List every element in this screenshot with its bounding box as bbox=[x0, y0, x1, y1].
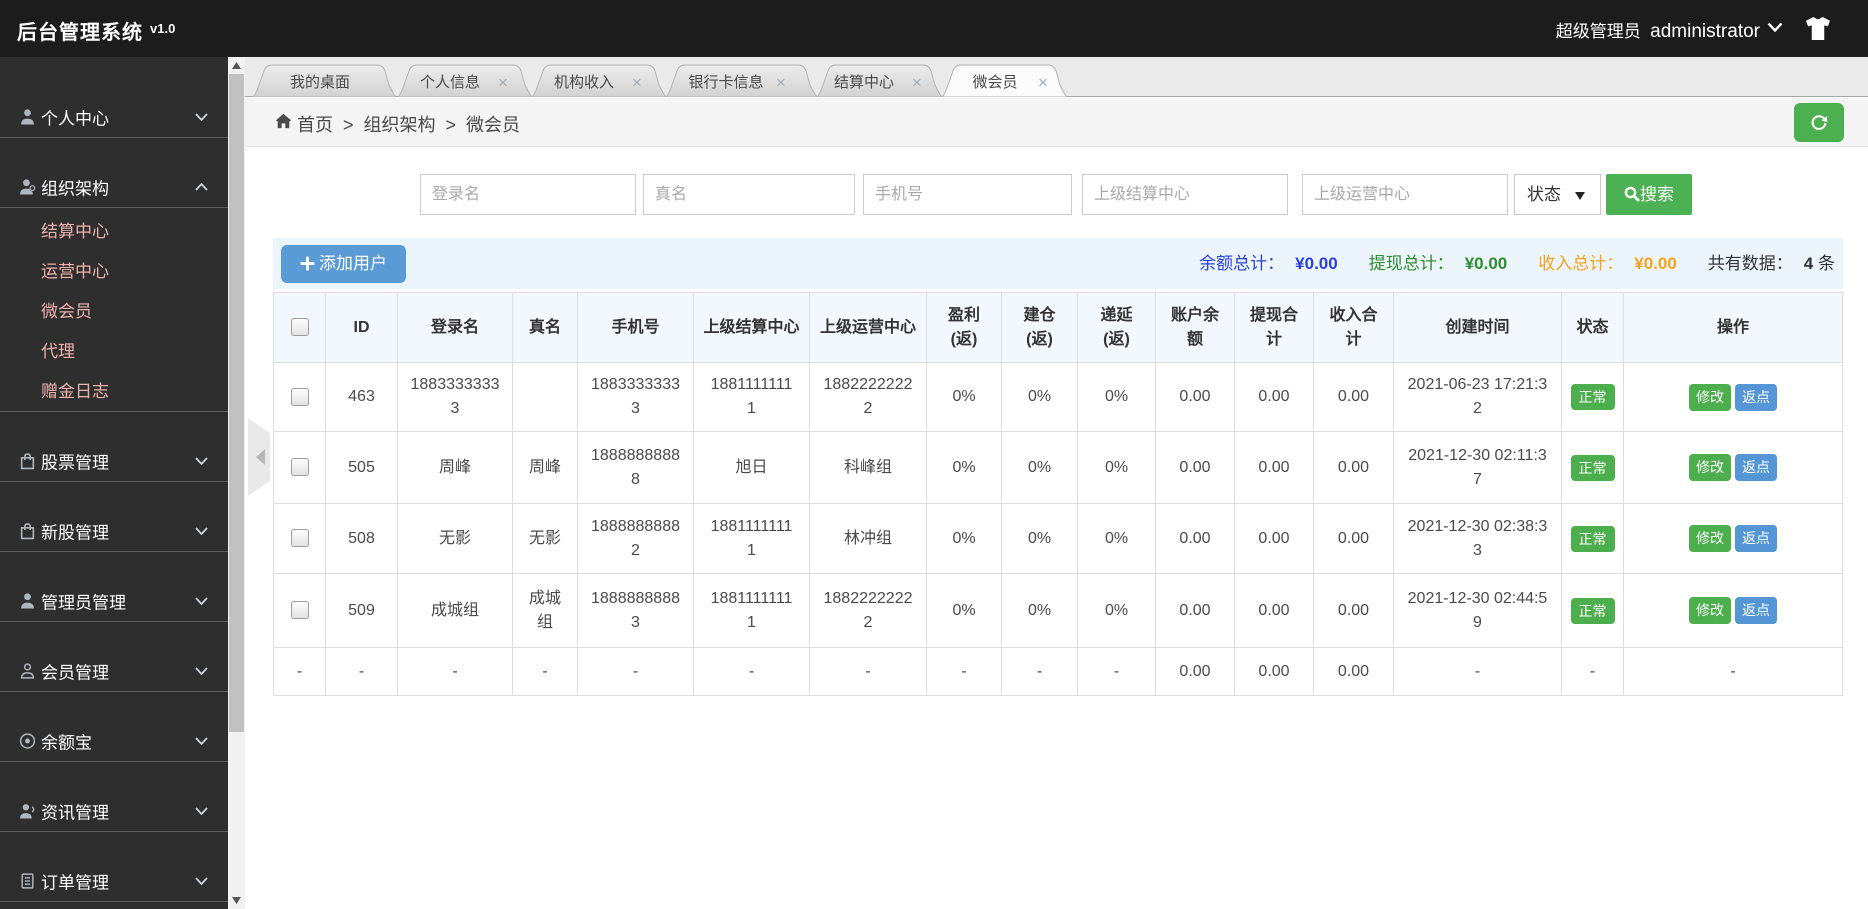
svg-text:×: × bbox=[498, 73, 508, 92]
svg-text:我的桌面: 我的桌面 bbox=[290, 74, 350, 91]
svg-text:×: × bbox=[1038, 73, 1048, 92]
svg-text:×: × bbox=[776, 73, 786, 92]
svg-text:结算中心: 结算中心 bbox=[834, 73, 894, 91]
svg-text:机构收入: 机构收入 bbox=[554, 74, 614, 91]
svg-text:微会员: 微会员 bbox=[972, 74, 1017, 91]
svg-text:银行卡信息: 银行卡信息 bbox=[688, 74, 763, 91]
svg-text:×: × bbox=[632, 73, 642, 92]
svg-text:个人信息: 个人信息 bbox=[420, 74, 480, 91]
svg-text:×: × bbox=[912, 73, 922, 92]
